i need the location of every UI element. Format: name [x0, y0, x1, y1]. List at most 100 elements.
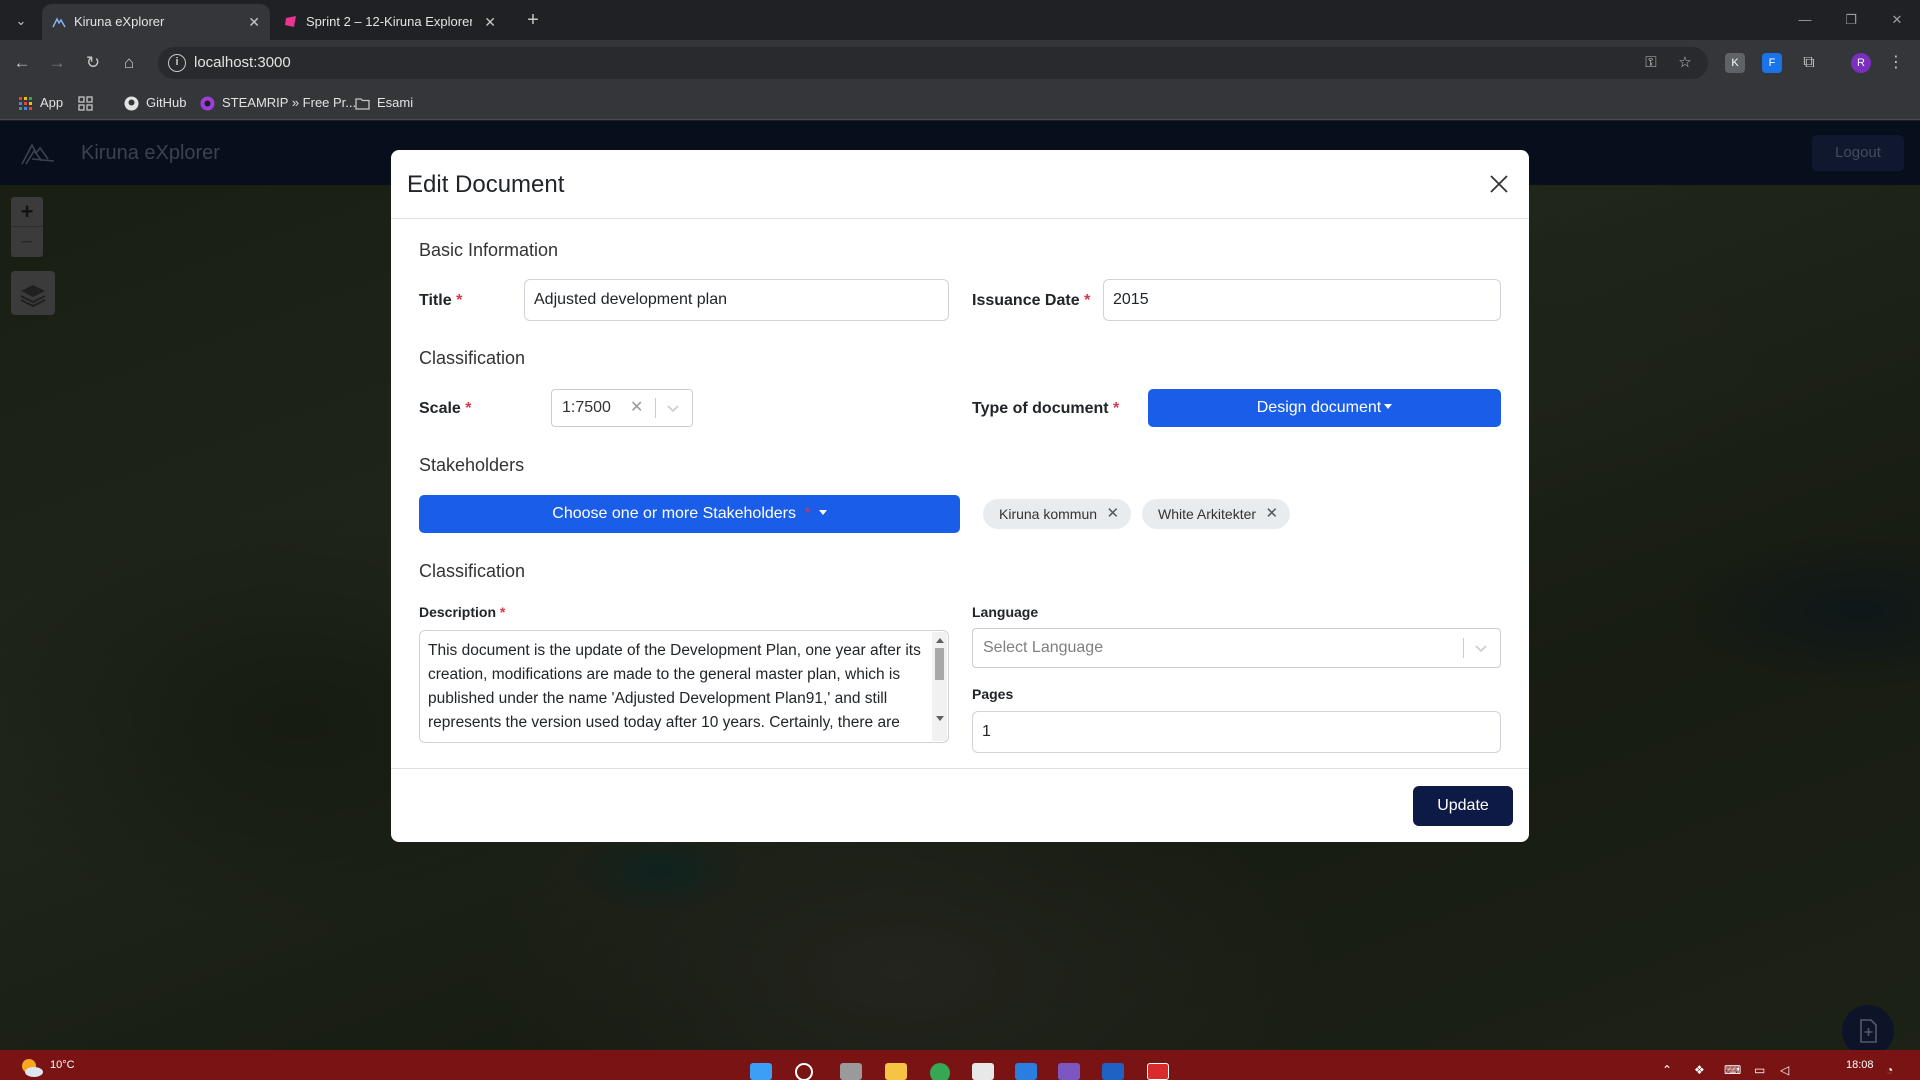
tab-title: Sprint 2 – 12-Kiruna Explorer Pr: [306, 14, 472, 29]
tab-groups-icon[interactable]: [78, 86, 94, 120]
notification-bell-icon[interactable]: ◔: [1886, 1063, 1893, 1077]
back-icon[interactable]: ←: [10, 51, 34, 75]
mail-icon[interactable]: [1015, 1063, 1037, 1080]
weather-icon[interactable]: [16, 1052, 46, 1078]
chevron-down-icon[interactable]: [1474, 641, 1488, 655]
modal-title: Edit Document: [407, 171, 565, 198]
visual-studio-icon[interactable]: [1058, 1063, 1080, 1080]
site-info-icon[interactable]: i: [168, 54, 186, 72]
modal-footer: Update: [391, 768, 1529, 842]
bookmark-folder-esami[interactable]: Esami: [355, 86, 413, 120]
webstorm-icon[interactable]: [1102, 1063, 1124, 1080]
network-icon[interactable]: ▭: [1754, 1063, 1765, 1077]
update-button[interactable]: Update: [1413, 786, 1513, 826]
description-scrollbar[interactable]: [932, 632, 947, 741]
bookmark-label: App: [40, 95, 64, 110]
pages-label: Pages: [972, 686, 1014, 702]
tab-close-icon[interactable]: ✕: [248, 4, 260, 40]
scroll-thumb[interactable]: [935, 648, 944, 680]
scroll-up-arrow[interactable]: [936, 638, 944, 643]
snipping-tool-icon[interactable]: [1147, 1063, 1169, 1080]
bookmarks-bar: App GitHub STEAMRIP » Free Pr... Esami: [0, 86, 1920, 120]
minimize-icon[interactable]: —: [1782, 0, 1828, 40]
volume-icon[interactable]: ◁: [1780, 1063, 1789, 1077]
bookmark-label: STEAMRIP » Free Pr...: [222, 95, 357, 110]
kiruna-favicon-icon: [52, 17, 66, 28]
chevron-down-icon[interactable]: [666, 401, 680, 415]
tab-kiruna-explorer[interactable]: Kiruna eXplorer ✕: [42, 4, 270, 40]
forward-icon[interactable]: →: [45, 51, 69, 75]
required-mark: *: [499, 604, 506, 620]
address-bar[interactable]: i localhost:3000 ⚿ ☆: [158, 47, 1708, 79]
extensions-puzzle-icon[interactable]: ⧉: [1799, 53, 1819, 73]
required-mark: *: [1113, 400, 1120, 417]
select-separator: [1463, 638, 1464, 658]
restore-icon[interactable]: ❐: [1828, 0, 1874, 40]
description-textarea[interactable]: This document is the update of the Devel…: [419, 630, 949, 743]
clear-icon[interactable]: ✕: [630, 390, 643, 426]
type-of-document-label-text: Type of document: [972, 400, 1109, 417]
stakeholder-chip-kiruna-kommun: Kiruna kommun ✕: [983, 499, 1132, 529]
section-classification: Classification: [419, 348, 526, 368]
select-separator: [655, 398, 656, 418]
scale-select[interactable]: 1:7500 ✕: [551, 389, 693, 427]
type-of-document-value: Design document: [1256, 399, 1382, 416]
folder-icon: [355, 98, 370, 110]
extension-f-icon[interactable]: F: [1762, 53, 1782, 73]
modal-header: Edit Document: [391, 150, 1529, 219]
title-input[interactable]: Adjusted development plan: [524, 279, 949, 321]
close-icon[interactable]: [1489, 174, 1509, 194]
windows-start-icon[interactable]: [750, 1063, 772, 1080]
tab-close-icon[interactable]: ✕: [484, 4, 496, 40]
edit-document-modal: Edit Document Basic Information Title * …: [391, 150, 1529, 842]
stakeholder-chip-white-arkitekter: White Arkitekter ✕: [1142, 499, 1291, 529]
issuance-date-label: Issuance Date *: [972, 292, 1090, 310]
bookmark-label: Esami: [377, 95, 414, 110]
scroll-down-arrow[interactable]: [936, 716, 944, 721]
bookmark-star-icon[interactable]: ☆: [1676, 54, 1694, 72]
close-window-icon[interactable]: ✕: [1874, 0, 1920, 40]
chip-label: White Arkitekter: [1158, 506, 1257, 522]
password-key-icon[interactable]: ⚿: [1642, 54, 1660, 72]
reload-icon[interactable]: ↻: [81, 51, 105, 75]
task-view-icon[interactable]: [840, 1063, 862, 1080]
type-of-document-dropdown[interactable]: Design document: [1148, 389, 1501, 427]
keyboard-icon[interactable]: ⌨: [1724, 1063, 1741, 1077]
search-icon[interactable]: [795, 1063, 813, 1080]
windows-taskbar: 10°C ⌃ ❖ ⌨ ▭ ◁ 18:08 ◔: [0, 1050, 1920, 1080]
chip-label: Kiruna kommun: [999, 506, 1098, 522]
caret-down-icon: [1384, 404, 1393, 409]
description-label-text: Description: [419, 604, 497, 620]
language-select[interactable]: Select Language: [972, 628, 1501, 668]
section-classification-details: Classification: [419, 561, 526, 581]
description-label: Description *: [419, 604, 505, 620]
bookmark-github[interactable]: GitHub: [124, 86, 186, 120]
stakeholders-dropdown[interactable]: Choose one or more Stakeholders *: [419, 495, 960, 533]
description-text: This document is the update of the Devel…: [428, 642, 921, 731]
store-icon[interactable]: [972, 1063, 994, 1080]
bookmark-apps[interactable]: App: [18, 86, 63, 120]
tray-chevron-up-icon[interactable]: ⌃: [1662, 1063, 1672, 1077]
dropbox-icon[interactable]: ❖: [1694, 1063, 1705, 1077]
issuance-date-input[interactable]: 2015: [1103, 279, 1501, 321]
tab-sprint2[interactable]: Sprint 2 – 12-Kiruna Explorer Pr ✕: [274, 4, 506, 40]
chrome-icon[interactable]: [930, 1063, 950, 1080]
file-explorer-icon[interactable]: [885, 1063, 907, 1080]
scale-label-text: Scale: [419, 400, 461, 417]
browser-menu-icon[interactable]: ⋮: [1886, 53, 1906, 73]
section-stakeholders: Stakeholders: [419, 455, 525, 475]
home-icon[interactable]: ⌂: [117, 51, 141, 75]
extension-k-icon[interactable]: K: [1725, 53, 1745, 73]
remove-chip-icon[interactable]: ✕: [1265, 499, 1278, 529]
required-mark: *: [456, 292, 463, 309]
bookmark-steamrip[interactable]: STEAMRIP » Free Pr...: [200, 86, 356, 120]
remove-chip-icon[interactable]: ✕: [1106, 499, 1119, 529]
clock-time[interactable]: 18:08: [1846, 1059, 1874, 1071]
issuance-date-label-text: Issuance Date: [972, 292, 1080, 309]
bookmark-label: GitHub: [146, 95, 187, 110]
new-tab-button[interactable]: +: [520, 8, 546, 34]
tab-search-icon[interactable]: ⌄: [10, 10, 32, 32]
pages-input[interactable]: 1: [972, 711, 1501, 753]
url-text: localhost:3000: [194, 54, 291, 71]
profile-avatar[interactable]: R: [1851, 53, 1871, 73]
